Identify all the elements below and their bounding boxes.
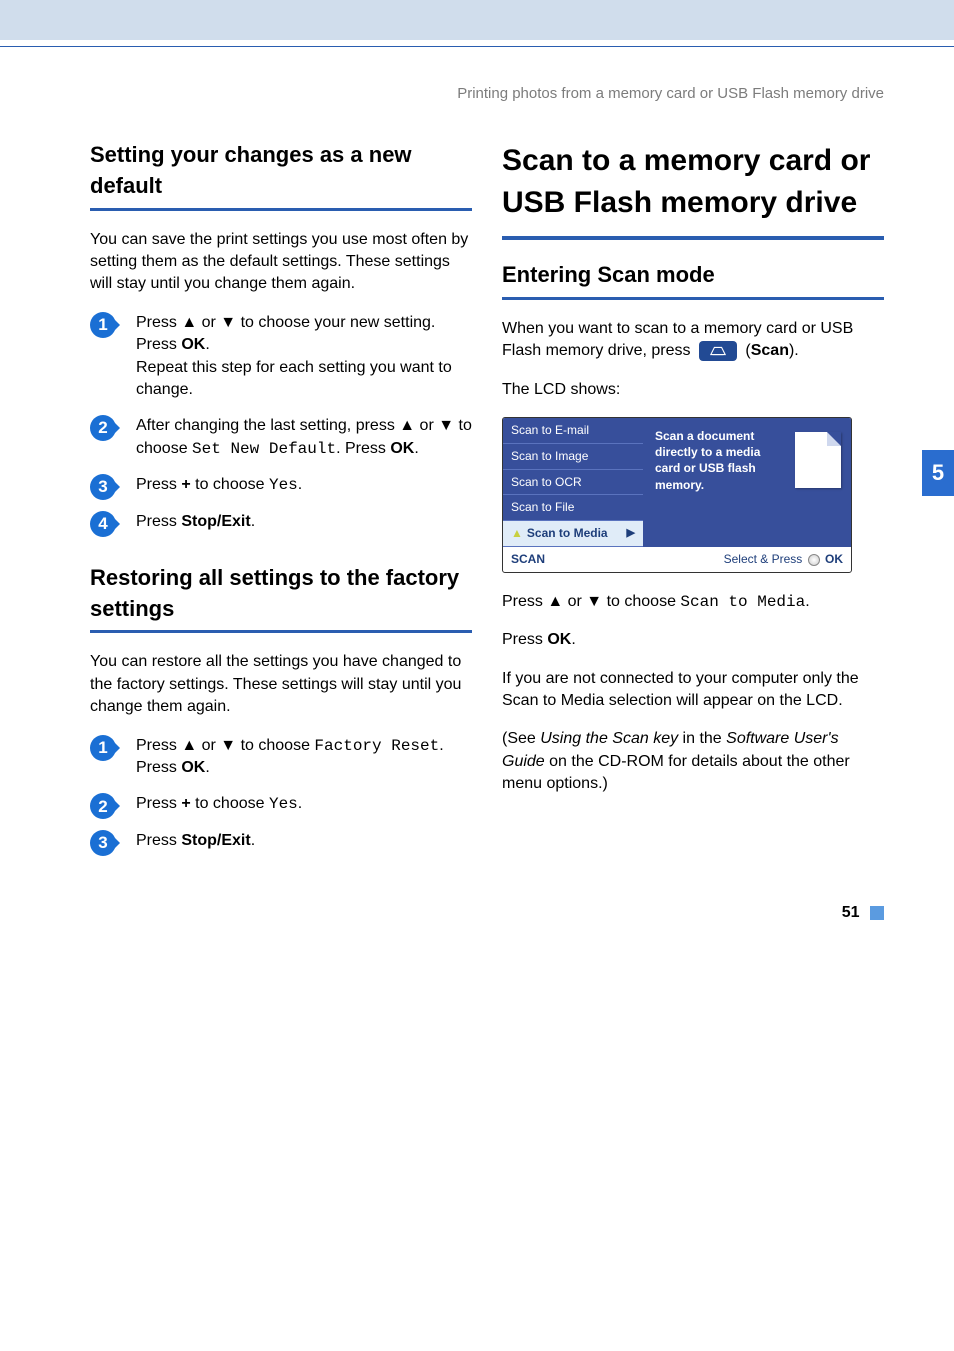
top-header-bar: [0, 0, 954, 40]
lcd-menu: Scan to E-mail Scan to Image Scan to OCR…: [503, 418, 643, 547]
page-marker: [870, 906, 884, 920]
page-footer: 51: [0, 902, 954, 944]
scan-intro: When you want to scan to a memory card o…: [502, 318, 884, 363]
step-4: 4 Press Stop/Exit.: [90, 511, 472, 533]
ok-button-icon: [808, 554, 820, 566]
step-badge-3: 3: [90, 474, 116, 500]
section-underline: [502, 297, 884, 300]
section-intro: You can save the print settings you use …: [90, 229, 472, 296]
page-number: 51: [842, 904, 860, 921]
step-badge-1: 1: [90, 312, 116, 338]
step-2: 2 After changing the last setting, press…: [90, 415, 472, 460]
after-lcd-1: Press ▲ or ▼ to choose Scan to Media.: [502, 591, 884, 613]
step-1: 1 Press ▲ or ▼ to choose your new settin…: [90, 312, 472, 402]
step-2: 2 Press + to choose Yes.: [90, 793, 472, 815]
section-title-entering-scan: Entering Scan mode: [502, 260, 884, 291]
step-badge-2: 2: [90, 415, 116, 441]
section-title-set-default: Setting your changes as a new default: [90, 140, 472, 202]
section-title-restore: Restoring all settings to the factory se…: [90, 563, 472, 625]
lcd-item: Scan to E-mail: [503, 418, 643, 444]
step-badge-3: 3: [90, 830, 116, 856]
lcd-item: Scan to File: [503, 495, 643, 521]
step-1: 1 Press ▲ or ▼ to choose Factory Reset. …: [90, 735, 472, 780]
section-underline: [90, 630, 472, 633]
steps-set-default: 1 Press ▲ or ▼ to choose your new settin…: [90, 312, 472, 533]
step-badge-1: 1: [90, 735, 116, 761]
breadcrumb: Printing photos from a memory card or US…: [90, 83, 884, 104]
left-column: Setting your changes as a new default Yo…: [90, 140, 472, 882]
right-column: 5 Scan to a memory card or USB Flash mem…: [502, 140, 884, 882]
after-lcd-3: If you are not connected to your compute…: [502, 668, 884, 713]
chapter-tab: 5: [922, 450, 954, 496]
lcd-footer: SCAN Select & Press OK: [503, 547, 851, 572]
section-intro: You can restore all the settings you hav…: [90, 651, 472, 718]
step-3: 3 Press Stop/Exit.: [90, 830, 472, 852]
main-underline: [502, 236, 884, 240]
step-badge-4: 4: [90, 511, 116, 537]
lcd-item: Scan to OCR: [503, 470, 643, 496]
section-underline: [90, 208, 472, 211]
lcd-item: Scan to Image: [503, 444, 643, 470]
chevron-right-icon: ▶: [627, 526, 635, 541]
document-icon: [795, 432, 841, 488]
main-title: Scan to a memory card or USB Flash memor…: [502, 140, 884, 224]
step-3: 3 Press + to choose Yes.: [90, 474, 472, 496]
scan-key-icon: [699, 341, 737, 361]
after-lcd-4: (See Using the Scan key in the Software …: [502, 728, 884, 795]
lcd-item-active: ▲Scan to Media ▶: [503, 521, 643, 547]
lcd-screenshot: Scan to E-mail Scan to Image Scan to OCR…: [502, 417, 852, 573]
steps-restore: 1 Press ▲ or ▼ to choose Factory Reset. …: [90, 735, 472, 853]
after-lcd-2: Press OK.: [502, 629, 884, 651]
lcd-help-panel: Scan a document directly to a media card…: [643, 418, 851, 547]
step-badge-2: 2: [90, 793, 116, 819]
lcd-shows-label: The LCD shows:: [502, 379, 884, 401]
